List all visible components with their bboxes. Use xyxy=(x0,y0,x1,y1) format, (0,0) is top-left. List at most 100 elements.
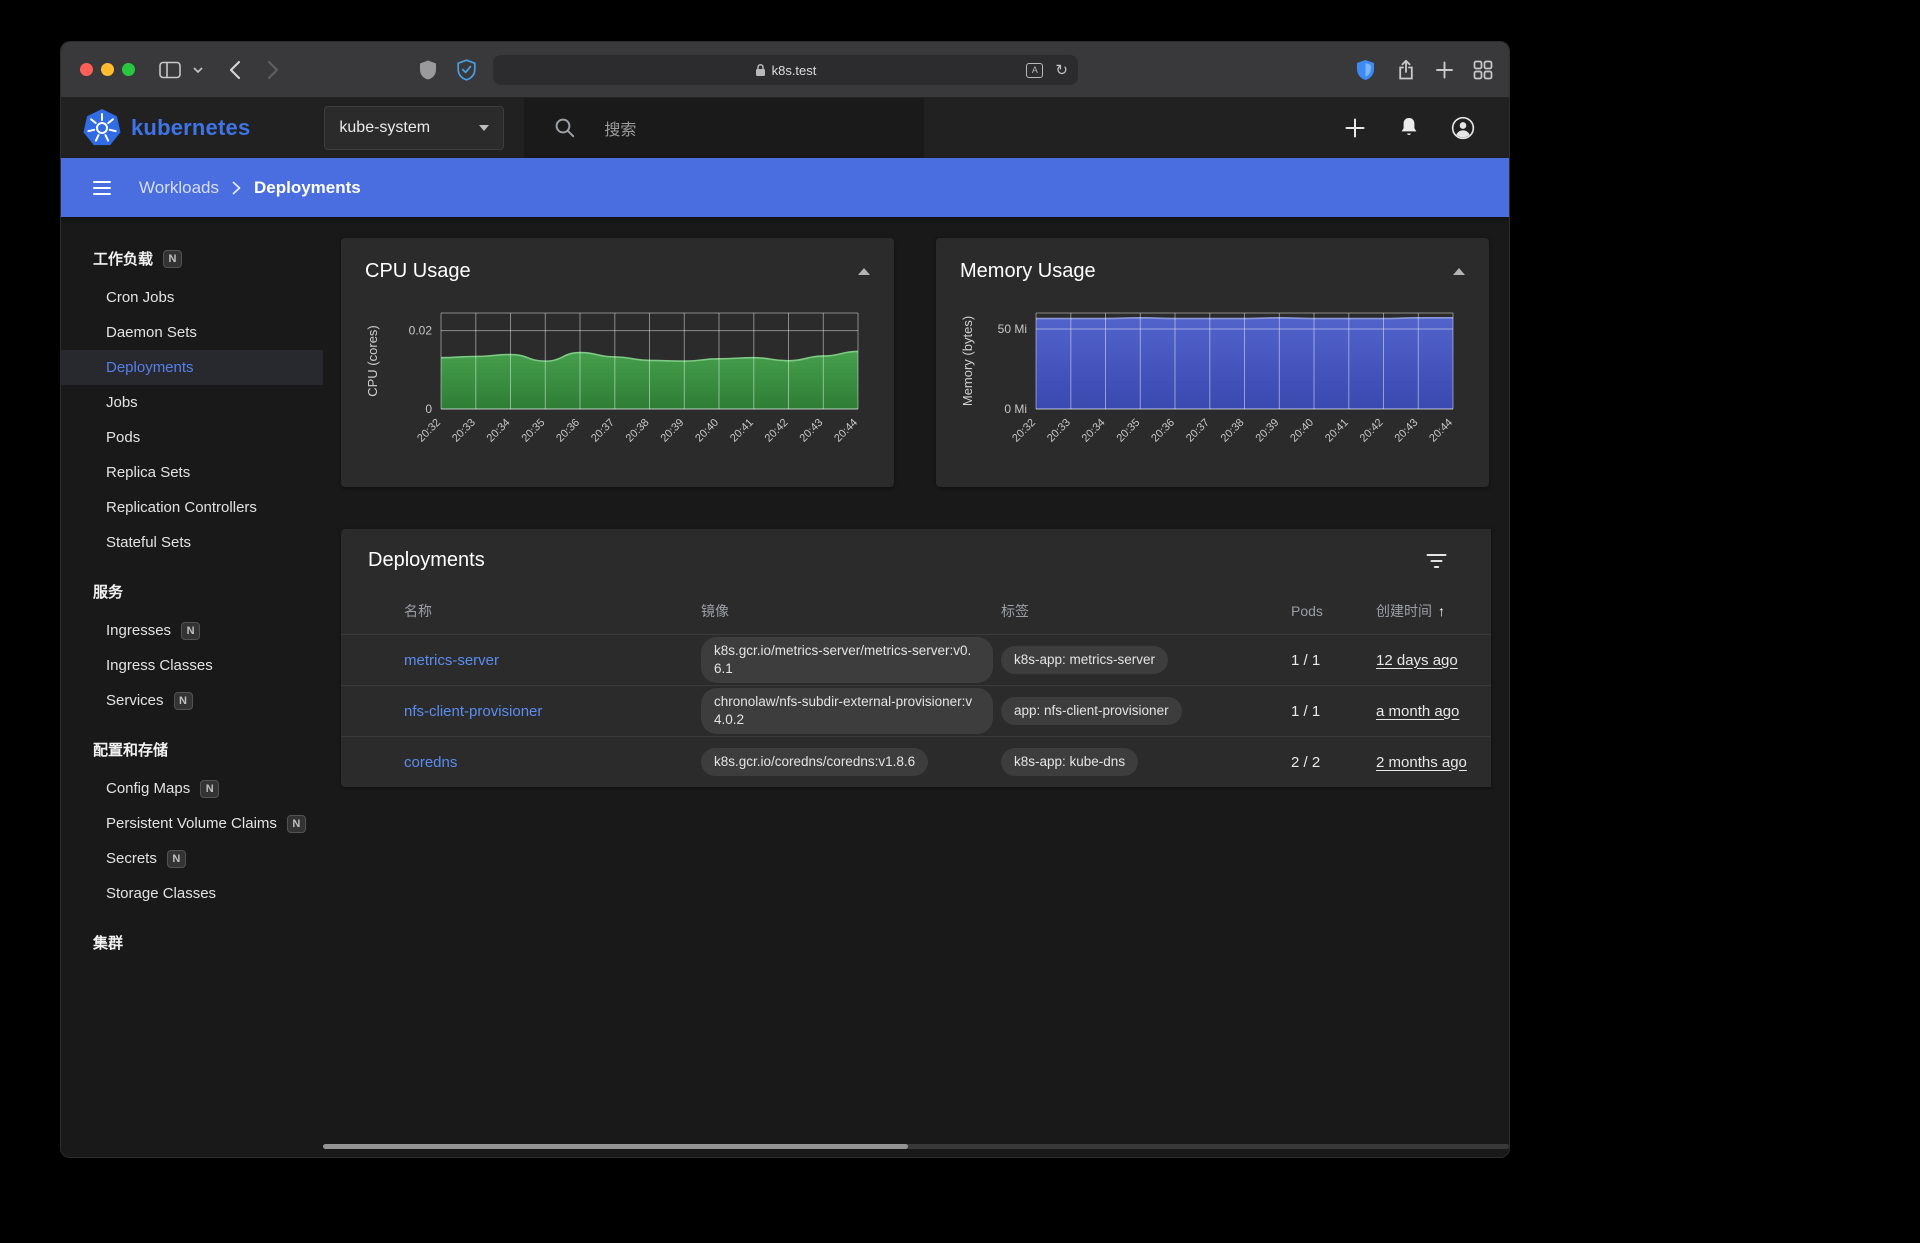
svg-text:20:41: 20:41 xyxy=(728,417,756,445)
namespace-selector[interactable]: kube-system xyxy=(324,106,504,150)
svg-text:20:39: 20:39 xyxy=(1253,417,1281,445)
zoom-window-button[interactable] xyxy=(122,63,135,76)
svg-text:CPU (cores): CPU (cores) xyxy=(365,325,380,397)
svg-text:0 Mi: 0 Mi xyxy=(1004,402,1027,416)
kubernetes-logo[interactable]: kubernetes xyxy=(83,109,250,147)
table-header: 名称 镜像 标签 Pods 创建时间 ↑ xyxy=(341,588,1491,634)
content-blocker-shield-icon[interactable] xyxy=(457,59,476,81)
svg-text:20:32: 20:32 xyxy=(415,417,443,445)
svg-text:0: 0 xyxy=(425,402,432,416)
sidebar-item-secrets[interactable]: SecretsN xyxy=(61,841,323,876)
address-bar[interactable]: k8s.test A ↻ xyxy=(493,55,1078,85)
deployments-card-title: Deployments xyxy=(368,549,485,572)
column-labels: 标签 xyxy=(1001,601,1291,621)
sidebar-item-daemon-sets[interactable]: Daemon Sets xyxy=(61,315,323,350)
created-time: 12 days ago xyxy=(1376,652,1458,669)
table-row: metrics-serverk8s.gcr.io/metrics-server/… xyxy=(341,634,1491,685)
sidebar-item-config-maps[interactable]: Config MapsN xyxy=(61,771,323,806)
url-text: k8s.test xyxy=(772,63,817,78)
sidebar-item-replication-controllers[interactable]: Replication Controllers xyxy=(61,490,323,525)
notifications-bell-icon[interactable] xyxy=(1397,116,1421,140)
label-chip: k8s-app: metrics-server xyxy=(1001,646,1168,674)
horizontal-scrollbar[interactable] xyxy=(323,1144,1509,1149)
svg-text:20:43: 20:43 xyxy=(797,417,825,445)
svg-text:20:36: 20:36 xyxy=(1149,417,1177,445)
svg-text:20:40: 20:40 xyxy=(1288,417,1316,445)
search-input[interactable]: 搜索 xyxy=(524,98,924,158)
namespaced-badge: N xyxy=(200,780,219,798)
back-button[interactable] xyxy=(229,60,241,80)
svg-text:20:43: 20:43 xyxy=(1392,417,1420,445)
breadcrumb-section-link[interactable]: Workloads xyxy=(139,178,219,198)
chevron-down-icon xyxy=(479,125,489,131)
sidebar-item-stateful-sets[interactable]: Stateful Sets xyxy=(61,525,323,560)
translate-icon[interactable]: A xyxy=(1026,63,1043,78)
account-avatar[interactable] xyxy=(1451,116,1475,140)
minimize-window-button[interactable] xyxy=(101,63,114,76)
reload-icon[interactable]: ↻ xyxy=(1055,61,1068,79)
image-chip: chronolaw/nfs-subdir-external-provisione… xyxy=(701,688,993,733)
svg-text:20:39: 20:39 xyxy=(658,417,686,445)
svg-text:20:33: 20:33 xyxy=(450,417,478,445)
sidebar-item-deployments[interactable]: Deployments xyxy=(61,350,323,385)
namespaced-badge: N xyxy=(163,250,182,268)
sort-ascending-icon: ↑ xyxy=(1438,603,1445,619)
collapse-card-icon[interactable] xyxy=(1453,268,1465,275)
menu-hamburger-icon[interactable] xyxy=(93,181,111,195)
sidebar-item-cron-jobs[interactable]: Cron Jobs xyxy=(61,280,323,315)
share-icon[interactable] xyxy=(1396,58,1416,82)
pods-count: 1 / 1 xyxy=(1291,703,1376,720)
svg-text:20:37: 20:37 xyxy=(589,417,617,445)
forward-button[interactable] xyxy=(267,60,279,80)
pods-count: 2 / 2 xyxy=(1291,754,1376,771)
deployment-link-metrics-server[interactable]: metrics-server xyxy=(404,652,499,669)
filter-icon[interactable] xyxy=(1426,553,1447,574)
cpu-card-title: CPU Usage xyxy=(365,260,471,283)
new-tab-icon[interactable] xyxy=(1435,60,1454,79)
column-pods: Pods xyxy=(1291,603,1376,619)
sidebar-item-ingress-classes[interactable]: Ingress Classes xyxy=(61,648,323,683)
svg-text:20:42: 20:42 xyxy=(1358,417,1386,445)
chevron-down-icon[interactable] xyxy=(193,66,203,73)
sidebar-item-jobs[interactable]: Jobs xyxy=(61,385,323,420)
sidebar-toggle-icon[interactable] xyxy=(159,61,181,78)
sidebar-item-ingresses[interactable]: IngressesN xyxy=(61,613,323,648)
column-name[interactable]: 名称 xyxy=(404,601,701,621)
main-content: CPU Usage 0.02020:3220:3320:3420:3520:36… xyxy=(323,217,1509,1157)
sidebar-item-pods[interactable]: Pods xyxy=(61,420,323,455)
sidebar-section-集群: 集群 xyxy=(61,921,323,964)
sidebar-item-storage-classes[interactable]: Storage Classes xyxy=(61,876,323,911)
brand-name: kubernetes xyxy=(131,115,250,141)
svg-text:20:35: 20:35 xyxy=(519,417,547,445)
namespaced-badge: N xyxy=(287,815,306,833)
deployment-link-coredns[interactable]: coredns xyxy=(404,754,457,771)
table-row: corednsk8s.gcr.io/coredns/coredns:v1.8.6… xyxy=(341,736,1491,787)
close-window-button[interactable] xyxy=(80,63,93,76)
created-time: a month ago xyxy=(1376,703,1459,720)
column-created[interactable]: 创建时间 ↑ xyxy=(1376,601,1471,621)
extension-shield-icon[interactable] xyxy=(1356,59,1375,81)
label-chip: app: nfs-client-provisioner xyxy=(1001,697,1182,725)
svg-text:20:35: 20:35 xyxy=(1114,417,1142,445)
sidebar-item-replica-sets[interactable]: Replica Sets xyxy=(61,455,323,490)
scrollbar-thumb[interactable] xyxy=(323,1144,908,1149)
browser-toolbar: k8s.test A ↻ xyxy=(61,42,1509,98)
deployment-link-nfs-client-provisioner[interactable]: nfs-client-provisioner xyxy=(404,703,542,720)
sidebar-item-persistent-volume-claims[interactable]: Persistent Volume ClaimsN xyxy=(61,806,323,841)
svg-text:Memory (bytes): Memory (bytes) xyxy=(960,316,975,406)
table-row: nfs-client-provisioner chronolaw/nfs-subd… xyxy=(341,685,1491,736)
sidebar-item-services[interactable]: ServicesN xyxy=(61,683,323,718)
created-time: 2 months ago xyxy=(1376,754,1467,771)
sidebar-section-服务: 服务 xyxy=(61,570,323,613)
svg-text:20:44: 20:44 xyxy=(1427,417,1455,445)
deployments-card: Deployments 名称 镜像 标签 Pods 创建时间 ↑ xyxy=(341,529,1491,787)
namespaced-badge: N xyxy=(174,692,193,710)
privacy-shield-icon[interactable] xyxy=(419,59,437,80)
svg-text:20:41: 20:41 xyxy=(1323,417,1351,445)
namespace-value: kube-system xyxy=(339,119,430,137)
memory-chart: 50 Mi0 Mi20:3220:3320:3420:3520:3620:372… xyxy=(936,287,1489,478)
svg-text:20:38: 20:38 xyxy=(1219,417,1247,445)
create-resource-button[interactable] xyxy=(1343,116,1367,140)
tab-overview-icon[interactable] xyxy=(1473,60,1493,80)
collapse-card-icon[interactable] xyxy=(858,268,870,275)
